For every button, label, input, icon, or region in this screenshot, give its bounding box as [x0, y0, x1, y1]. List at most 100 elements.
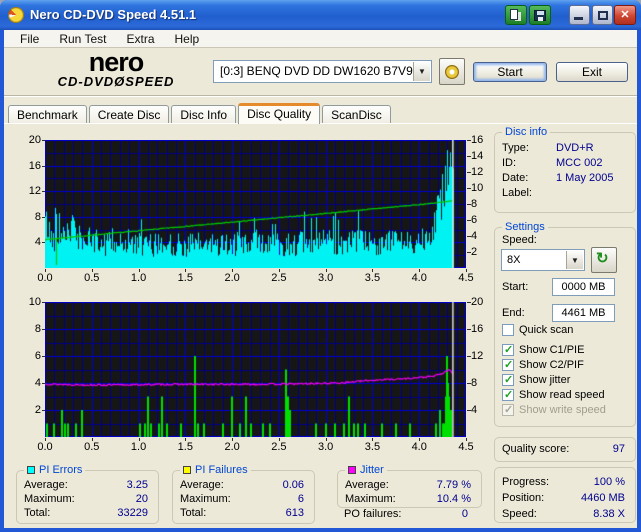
speed-label: Speed: — [502, 234, 537, 246]
menu-extra[interactable]: Extra — [116, 32, 164, 46]
disc-info-value: DVD+R — [556, 142, 594, 154]
menu-file[interactable]: File — [10, 32, 49, 46]
stat-value: 8.38 X — [593, 508, 625, 520]
axis-tick-mark — [42, 242, 45, 244]
end-position-field[interactable]: 4461 MB — [552, 304, 615, 322]
axis-tick-mark — [372, 438, 374, 441]
axis-tick-label: 2.5 — [271, 272, 287, 284]
axis-tick-mark — [467, 302, 471, 303]
disc-info-row-type-: Type: DVD+R — [502, 142, 594, 154]
axis-tick-label: 3.5 — [364, 441, 381, 453]
pi-errors-group: PI Errors Average: 3.25 Maximum: 20 Total: 33… — [16, 464, 159, 524]
axis-tick-mark — [42, 191, 45, 193]
app-window: Nero CD-DVD Speed 4.51.1 ✕ File Run Test E… — [0, 0, 641, 532]
axis-tick-label: 16 — [28, 159, 41, 172]
axis-tick-mark — [185, 438, 187, 441]
save-results-button[interactable] — [529, 5, 551, 25]
axis-tick-label: 1.5 — [177, 272, 193, 284]
start-position-label: Start: — [502, 281, 529, 293]
checkbox-box[interactable]: ✓ — [502, 344, 514, 356]
checkbox-box[interactable]: ✓ — [502, 359, 514, 371]
chevron-down-icon[interactable]: ▼ — [566, 251, 583, 269]
checkbox-show-jitter[interactable]: ✓ Show jitter — [502, 373, 570, 387]
axis-tick-label: 3.0 — [318, 272, 334, 284]
refresh-button[interactable]: ↻ — [591, 247, 617, 273]
menu-run-test[interactable]: Run Test — [49, 32, 116, 46]
quality-score-label: Quality score: — [502, 443, 570, 455]
checkbox-box[interactable] — [502, 324, 514, 336]
pi-errors-read-speed-chart — [45, 140, 466, 268]
tab-disc-info[interactable]: Disc Info — [171, 105, 237, 124]
title-bar[interactable]: Nero CD-DVD Speed 4.51.1 ✕ — [0, 0, 641, 30]
axis-tick-mark — [232, 269, 234, 272]
axis-tick-label: 3.0 — [318, 441, 334, 453]
stat-value: 20 — [135, 493, 148, 505]
axis-tick-mark — [42, 216, 45, 218]
menu-help[interactable]: Help — [165, 32, 210, 46]
checkbox-show-c1-pie[interactable]: ✓ Show C1/PIE — [502, 343, 584, 357]
stat-row-position-: Position: 4460 MB — [502, 492, 625, 504]
disc-info-group: Disc info Type: DVD+R ID: MCC 002 Date: 1 May… — [494, 126, 636, 213]
stat-value: 100 % — [593, 476, 625, 488]
tab-disc-quality[interactable]: Disc Quality — [238, 103, 321, 124]
checkbox-show-c2-pif[interactable]: ✓ Show C2/PIF — [502, 358, 584, 372]
pi-failures-legend-swatch — [183, 466, 191, 474]
axis-tick-label: 12 — [28, 185, 41, 198]
axis-tick-label: 1.0 — [130, 441, 147, 453]
disc-info-row-date-: Date: 1 May 2005 — [502, 172, 614, 184]
drive-select[interactable]: [0:3] BENQ DVD DD DW1620 B7V9 ▼ — [213, 60, 432, 83]
speed-select[interactable]: 8X ▼ — [501, 249, 585, 271]
checkbox-show-read-speed[interactable]: ✓ Show read speed — [502, 388, 605, 402]
minimize-button[interactable] — [569, 5, 590, 25]
axis-tick-label: 8 — [34, 323, 41, 335]
axis-tick-mark — [42, 356, 45, 357]
drive-select-value: [0:3] BENQ DVD DD DW1620 B7V9 — [220, 64, 413, 78]
start-position-field[interactable]: 0000 MB — [552, 278, 615, 296]
axis-tick-mark — [91, 438, 93, 441]
axis-tick-mark — [278, 438, 280, 441]
tab-benchmark[interactable]: Benchmark — [8, 105, 87, 124]
tab-scandisc[interactable]: ScanDisc — [322, 105, 391, 124]
axis-tick-label: 4.5 — [458, 272, 474, 284]
pi-failures-group: PI Failures Average: 0.06 Maximum: 6 Total: 6… — [172, 464, 315, 524]
checkbox-box: ✓ — [502, 404, 514, 416]
tab-create-disc[interactable]: Create Disc — [88, 105, 170, 124]
axis-tick-label: 2.5 — [271, 441, 287, 453]
axis-tick-mark — [185, 269, 187, 272]
axis-tick-label: 16 — [471, 134, 484, 146]
axis-tick-mark — [419, 269, 421, 272]
axis-tick-mark — [325, 269, 327, 272]
axis-tick-label: 4 — [34, 236, 41, 249]
checkbox-box[interactable]: ✓ — [502, 389, 514, 401]
axis-tick-mark — [467, 156, 471, 157]
stat-value: 6 — [297, 493, 304, 505]
checkbox-quick-scan[interactable]: Quick scan — [502, 323, 573, 337]
settings-title: Settings — [502, 221, 548, 233]
stat-row-total-: Total: 33229 — [24, 507, 148, 519]
stat-value: 33229 — [117, 507, 148, 519]
copy-results-button[interactable] — [505, 5, 527, 25]
exit-button[interactable]: Exit — [556, 62, 628, 82]
checkbox-box[interactable]: ✓ — [502, 374, 514, 386]
progress-group: Progress: 100 % Position: 4460 MB Speed: 8.38… — [494, 467, 636, 523]
axis-tick-mark — [467, 188, 471, 189]
chevron-down-icon[interactable]: ▼ — [413, 62, 430, 81]
axis-tick-label: 2.0 — [224, 272, 240, 284]
axis-tick-label: 4.0 — [411, 441, 427, 453]
maximize-button[interactable] — [592, 5, 613, 25]
axis-tick-mark — [91, 269, 93, 272]
axis-tick-label: 0.5 — [84, 441, 100, 453]
start-button[interactable]: Start — [473, 62, 547, 82]
axis-tick-label: 4 — [471, 404, 478, 416]
close-button[interactable]: ✕ — [614, 5, 636, 25]
pi-errors-legend-swatch — [27, 466, 35, 474]
pi-errors-group-title: PI Errors — [24, 464, 86, 476]
axis-tick-label: 8 — [471, 198, 478, 210]
eject-disc-button[interactable] — [439, 58, 465, 85]
axis-tick-label: 10 — [28, 296, 41, 308]
app-icon — [8, 7, 24, 23]
po-failures-value: 0 — [461, 508, 468, 520]
po-failures-label: PO failures: — [344, 508, 402, 520]
speed-select-value: 8X — [507, 254, 521, 266]
axis-tick-label: 16 — [471, 323, 484, 335]
